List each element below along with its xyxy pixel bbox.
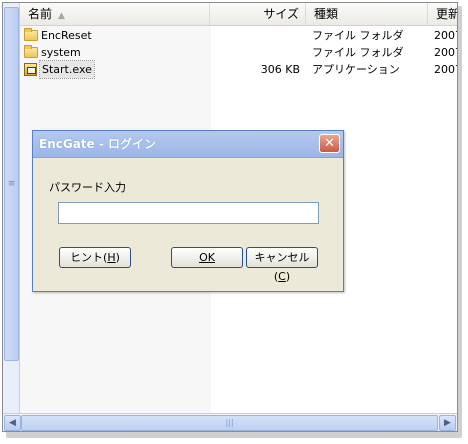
cancel-button-suffix: )	[285, 270, 291, 283]
login-dialog: EncGate - ログイン ✕ パスワード入力 ヒント(H) OK キャンセル…	[32, 130, 344, 292]
file-name: Start.exe	[39, 60, 95, 79]
column-header-name[interactable]: 名前 ▲	[20, 3, 210, 25]
column-header-type[interactable]: 種類	[306, 3, 428, 25]
horizontal-scrollbar[interactable]: ◀ ||| ▶	[3, 413, 457, 431]
ok-button[interactable]: OK	[171, 247, 243, 268]
column-header-type-label: 種類	[314, 7, 339, 21]
hint-button-mnemonic: H	[107, 251, 116, 264]
vertical-scroll-thumb[interactable]: ≡	[4, 7, 19, 361]
dialog-titlebar[interactable]: EncGate - ログイン ✕	[33, 131, 343, 158]
scroll-left-icon[interactable]: ◀	[4, 415, 21, 431]
hint-button-suffix: )	[115, 251, 120, 264]
dialog-body: パスワード入力 ヒント(H) OK キャンセル(C)	[33, 158, 343, 291]
file-name: system	[41, 46, 81, 59]
file-type: ファイル フォルダ	[312, 29, 404, 42]
file-name-cell: EncReset	[24, 27, 92, 44]
file-type: ファイル フォルダ	[312, 46, 404, 59]
column-header-row: 名前 ▲ サイズ 種類 更新	[20, 3, 457, 26]
sort-ascending-icon: ▲	[58, 11, 65, 21]
column-header-date-label: 更新	[436, 7, 458, 21]
hint-button-text: ヒント(	[70, 251, 108, 264]
ok-button-mnemonic: OK	[199, 251, 215, 264]
column-header-size[interactable]: サイズ	[210, 3, 306, 25]
file-row-start-exe[interactable]: Start.exe 306 KB アプリケーション 2007	[20, 60, 457, 79]
dialog-title: EncGate - ログイン	[39, 137, 157, 151]
file-name-cell: Start.exe	[24, 60, 95, 79]
cancel-button-mnemonic: C	[278, 270, 286, 283]
file-date: 2007	[434, 46, 457, 59]
hint-button[interactable]: ヒント(H)	[59, 247, 131, 268]
file-name: EncReset	[41, 29, 92, 42]
file-size: 306 KB	[260, 63, 300, 76]
column-header-size-label: サイズ	[263, 7, 299, 21]
scroll-right-icon[interactable]: ▶	[439, 415, 456, 431]
folder-icon	[24, 45, 38, 58]
file-date: 2007	[434, 29, 457, 42]
folder-icon	[24, 28, 38, 41]
horizontal-scroll-thumb[interactable]: |||	[21, 415, 438, 431]
file-row-encreset[interactable]: EncReset ファイル フォルダ 2007	[20, 27, 457, 44]
file-type: アプリケーション	[312, 63, 400, 76]
file-row-system[interactable]: system ファイル フォルダ 2007	[20, 44, 457, 61]
application-icon	[24, 63, 37, 76]
cancel-button[interactable]: キャンセル(C)	[246, 247, 318, 283]
password-input[interactable]	[58, 202, 319, 224]
column-header-date[interactable]: 更新	[428, 3, 458, 25]
file-date: 2007	[434, 63, 457, 76]
password-label: パスワード入力	[49, 181, 126, 194]
file-name-cell: system	[24, 44, 81, 61]
column-header-name-label: 名前	[28, 7, 53, 21]
close-icon[interactable]: ✕	[319, 134, 340, 153]
vertical-scrollbar[interactable]: ≡	[3, 3, 20, 413]
